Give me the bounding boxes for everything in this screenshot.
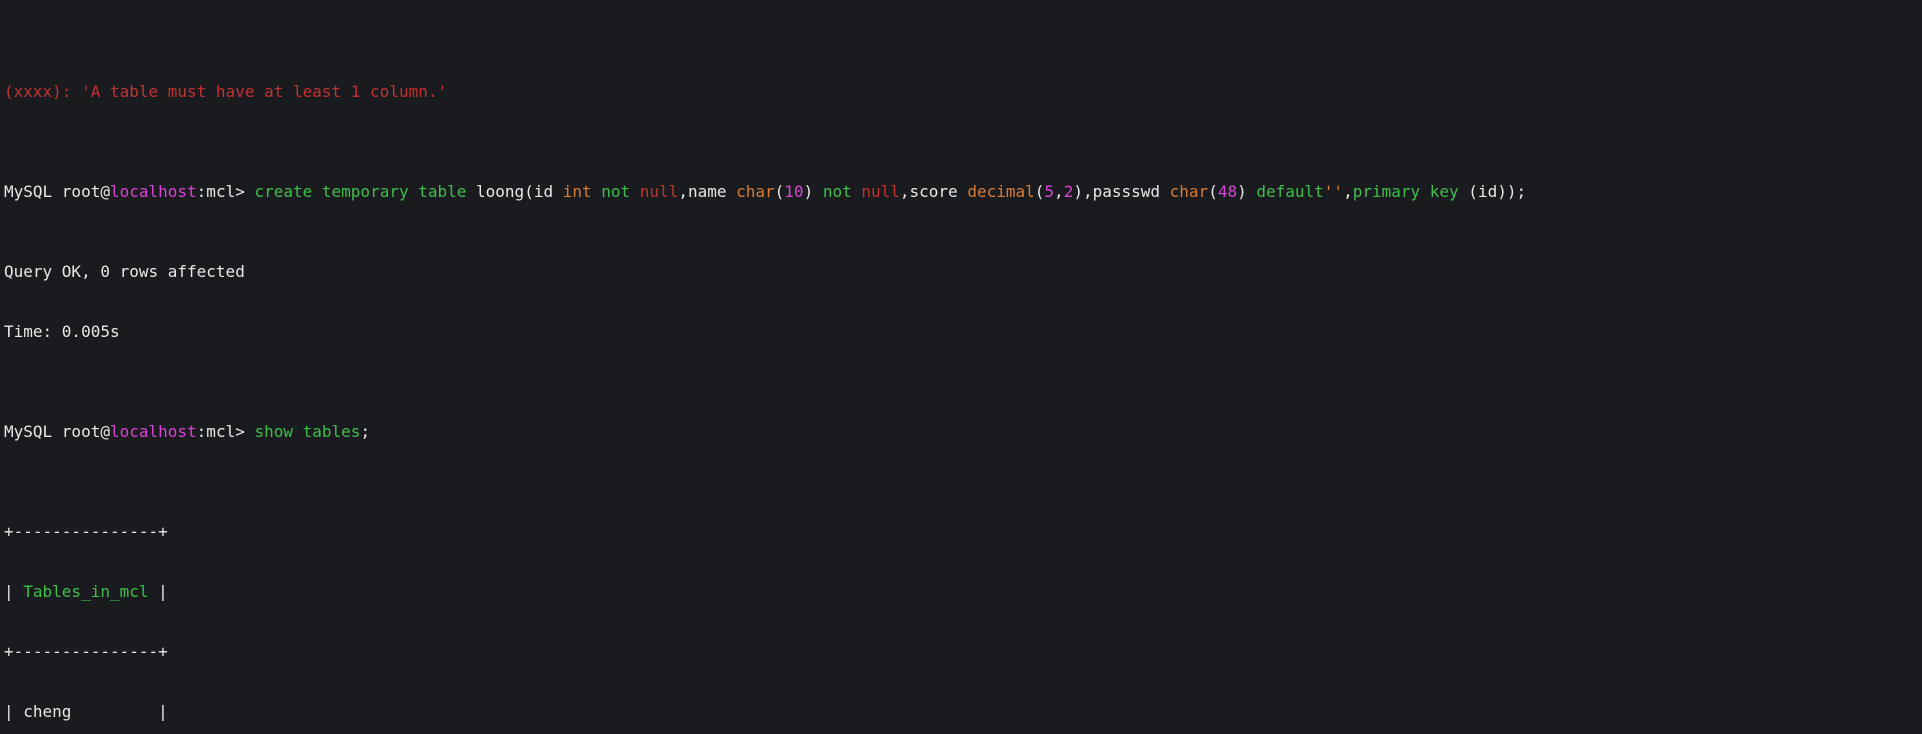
prompt-line-2: MySQL root@localhost:mcl> show tables;: [4, 422, 1918, 442]
table-border: +---------------+: [4, 522, 1918, 542]
cmd-show-tables: show tables: [254, 422, 360, 441]
truncated-line: (xxxx): 'A table must have at least 1 co…: [4, 82, 1918, 102]
prompt-line-1: MySQL root@localhost:mcl> create tempora…: [4, 182, 1918, 202]
table-row: | cheng |: [4, 702, 1918, 722]
db-prompt: :mcl>: [197, 182, 255, 201]
tables-header: Tables_in_mcl: [23, 582, 148, 601]
cmd-create: create temporary table: [254, 182, 466, 201]
table-header-row: | Tables_in_mcl |: [4, 582, 1918, 602]
hostname: localhost: [110, 182, 197, 201]
table-border: +---------------+: [4, 642, 1918, 662]
app-name: MySQL: [4, 182, 62, 201]
query-ok: Query OK, 0 rows affected: [4, 262, 1918, 282]
user-at: root@: [62, 182, 110, 201]
query-time: Time: 0.005s: [4, 322, 1918, 342]
terminal[interactable]: (xxxx): 'A table must have at least 1 co…: [0, 0, 1922, 734]
